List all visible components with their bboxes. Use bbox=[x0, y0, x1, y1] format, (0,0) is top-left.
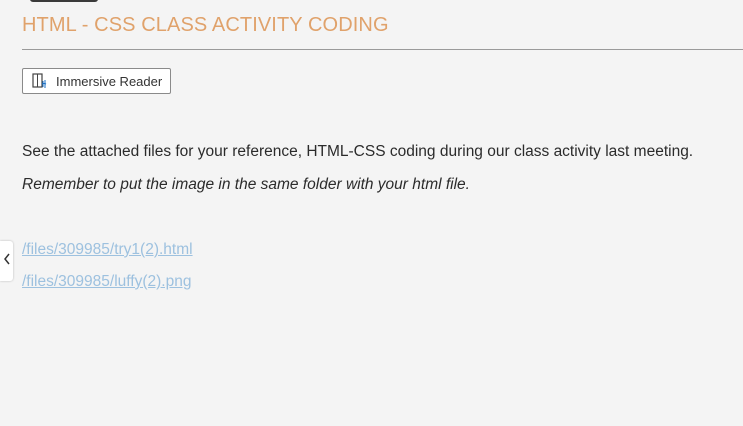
immersive-reader-button[interactable]: Immersive Reader bbox=[22, 68, 172, 94]
immersive-reader-icon bbox=[31, 72, 49, 90]
chevron-left-icon bbox=[3, 252, 11, 270]
sidebar-toggle-button[interactable] bbox=[0, 241, 13, 281]
file-link-html[interactable]: /files/309985/try1(2).html bbox=[22, 241, 193, 259]
instructions-paragraph: See the attached files for your referenc… bbox=[22, 143, 694, 160]
top-tab-indicator bbox=[30, 0, 98, 2]
reminder-paragraph: Remember to put the image in the same fo… bbox=[22, 176, 470, 193]
file-link-image[interactable]: /files/309985/luffy(2).png bbox=[22, 273, 191, 291]
immersive-reader-label: Immersive Reader bbox=[56, 73, 163, 89]
page-title: HTML - CSS CLASS ACTIVITY CODING bbox=[22, 14, 389, 36]
title-divider bbox=[22, 49, 743, 50]
